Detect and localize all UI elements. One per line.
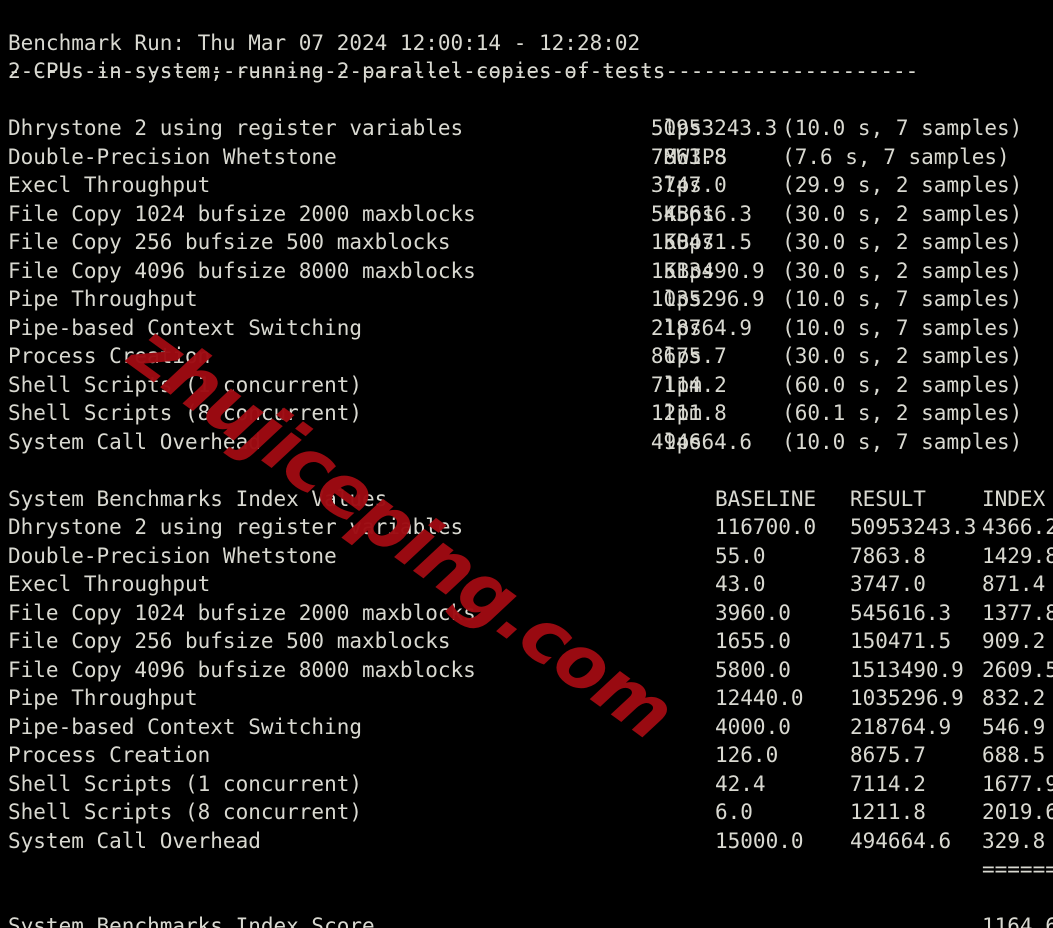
index-results-block: Dhrystone 2 using register variables 1167… — [8, 513, 1053, 856]
raw-result-timing: (30.0 s, 2 samples) — [782, 201, 1023, 226]
score-separator-line: ======== — [982, 857, 1053, 881]
index-result-row: Shell Scripts (8 concurrent) 6.0 1211.8 201… — [8, 798, 1053, 827]
raw-result-row: File Copy 4096 bufsize 8000 maxblocks 151… — [8, 257, 1048, 286]
raw-result-timing: (30.0 s, 2 samples) — [782, 230, 1023, 254]
raw-result-name: Shell Scripts (8 concurrent) — [8, 401, 363, 425]
raw-result-unit: lps — [664, 429, 702, 454]
raw-result-row: File Copy 1024 bufsize 2000 maxblocks 545… — [8, 200, 1048, 229]
raw-result-unit: lps — [664, 344, 702, 368]
raw-result-row: Process Creation 8675.7 lps (30.0 s, 2 samp… — [8, 342, 1048, 371]
index-result-row: File Copy 4096 bufsize 8000 maxblocks 580… — [8, 656, 1053, 685]
raw-result-timing: (30.0 s, 2 samples) — [782, 344, 1023, 368]
raw-result-row: Double-Precision Whetstone 7863.8 MWIPS (7.… — [8, 143, 1048, 172]
raw-result-name: File Copy 4096 bufsize 8000 maxblocks — [8, 258, 476, 283]
raw-result-unit: lpm — [664, 372, 702, 397]
raw-result-timing: (60.1 s, 2 samples) — [782, 401, 1023, 425]
raw-result-row: Execl Throughput 3747.0 lps (29.9 s, 2 samp… — [8, 171, 1048, 200]
index-result-name: Pipe-based Context Switching — [8, 714, 363, 739]
raw-result-row: Shell Scripts (1 concurrent) 7114.2 lpm (60… — [8, 371, 1048, 400]
raw-result-unit: lps — [664, 287, 702, 311]
index-score-line: System Benchmarks Index Score 1164.6 — [8, 912, 1053, 928]
index-result-name: Dhrystone 2 using register variables — [8, 515, 464, 539]
raw-result-row: Dhrystone 2 using register variables 5095… — [8, 114, 1048, 143]
benchmark-run-text: Benchmark Run: Thu Mar 07 2024 12:00:14 … — [8, 30, 641, 55]
raw-result-row: Shell Scripts (8 concurrent) 1211.8 lpm (60… — [8, 399, 1048, 428]
raw-result-unit: KBps — [664, 230, 715, 254]
index-result-row: File Copy 256 bufsize 500 maxblocks 1655.… — [8, 627, 1048, 656]
index-result-name: Shell Scripts (8 concurrent) — [8, 800, 363, 824]
index-result-row: Pipe-based Context Switching 4000.0 218764… — [8, 713, 1048, 742]
cpu-info-text: 2 CPUs in system; running 2 parallel cop… — [8, 59, 666, 83]
terminal-window: ----------------------------------------… — [0, 0, 1053, 928]
raw-result-name: Double-Precision Whetstone — [8, 144, 337, 169]
index-result-row: Execl Throughput 43.0 3747.0 871.4 — [8, 570, 1048, 599]
cpu-info-line: 2 CPUs in system; running 2 parallel cop… — [8, 57, 1048, 86]
raw-result-name: System Call Overhead — [8, 429, 261, 454]
raw-result-name: Execl Throughput — [8, 173, 211, 197]
raw-result-name: Pipe Throughput — [8, 287, 198, 311]
terminal-output: ----------------------------------------… — [8, 0, 1053, 928]
raw-result-timing: (29.9 s, 2 samples) — [782, 173, 1023, 197]
benchmark-run-line: Benchmark Run: Thu Mar 07 2024 12:00:14 … — [8, 29, 1048, 58]
index-result-name: System Call Overhead — [8, 828, 261, 853]
index-result-name: Double-Precision Whetstone — [8, 543, 337, 568]
raw-result-name: Process Creation — [8, 344, 211, 368]
index-result-name: File Copy 1024 bufsize 2000 maxblocks — [8, 600, 476, 625]
raw-result-name: File Copy 1024 bufsize 2000 maxblocks — [8, 201, 476, 226]
raw-result-timing: (7.6 s, 7 samples) — [782, 144, 1010, 169]
raw-result-timing: (10.0 s, 7 samples) — [782, 315, 1023, 340]
index-result-name: Shell Scripts (1 concurrent) — [8, 771, 363, 796]
raw-result-name: Shell Scripts (1 concurrent) — [8, 372, 363, 397]
raw-result-unit: lps — [664, 116, 702, 140]
index-result-row: File Copy 1024 bufsize 2000 maxblocks 396… — [8, 599, 1053, 628]
raw-result-unit: lps — [664, 173, 702, 197]
raw-result-row: Pipe-based Context Switching 218764.9 lps(… — [8, 314, 1048, 343]
raw-result-timing: (10.0 s, 7 samples) — [782, 287, 1023, 311]
index-table-title: System Benchmarks Index Values — [8, 486, 388, 511]
index-result-name: File Copy 4096 bufsize 8000 maxblocks — [8, 657, 476, 682]
index-result-row: Shell Scripts (1 concurrent) 42.4 7114.2 16… — [8, 770, 1053, 799]
index-result-name: Process Creation — [8, 743, 211, 767]
index-result-name: Pipe Throughput — [8, 686, 198, 710]
raw-result-unit: MWIPS — [664, 144, 728, 169]
separator-line-top: ----------------------------------------… — [8, 0, 1048, 83]
raw-result-row: Pipe Throughput 1035296.9 lps (10.0 s, 7 sa… — [8, 285, 1048, 314]
index-result-row: System Call Overhead 15000.0 494664.6 329.8 — [8, 827, 1048, 856]
index-result-name: Execl Throughput — [8, 572, 211, 596]
index-result-row: Double-Precision Whetstone 55.0 7863.8 1429… — [8, 542, 1053, 571]
index-table-header-row: System Benchmarks Index Values BASELINE … — [8, 485, 1048, 514]
raw-result-unit: lps — [664, 315, 702, 340]
index-result-row: Dhrystone 2 using register variables 1167… — [8, 513, 1053, 542]
index-result-row: Pipe Throughput 12440.0 1035296.9 832.2 — [8, 684, 1048, 713]
index-result-row: Process Creation 126.0 8675.7 688.5 — [8, 741, 1048, 770]
raw-results-block: Dhrystone 2 using register variables 5095… — [8, 114, 1048, 456]
raw-result-unit: lpm — [664, 401, 702, 425]
raw-result-name: Dhrystone 2 using register variables — [8, 116, 464, 140]
raw-result-timing: (60.0 s, 2 samples) — [782, 372, 1023, 397]
raw-result-unit: KBps — [664, 258, 715, 283]
raw-result-name: Pipe-based Context Switching — [8, 315, 363, 340]
index-score-label: System Benchmarks Index Score — [8, 914, 375, 928]
raw-result-row: File Copy 256 bufsize 500 maxblocks 15047… — [8, 228, 1048, 257]
raw-result-unit: KBps — [664, 201, 715, 226]
raw-result-name: File Copy 256 bufsize 500 maxblocks — [8, 230, 451, 254]
raw-result-timing: (10.0 s, 7 samples) — [782, 429, 1023, 454]
raw-result-timing: (10.0 s, 7 samples) — [782, 116, 1023, 140]
index-result-name: File Copy 256 bufsize 500 maxblocks — [8, 629, 451, 653]
raw-result-timing: (30.0 s, 2 samples) — [782, 258, 1023, 283]
raw-result-row: System Call Overhead 494664.6 lps (10.0 s, … — [8, 428, 1048, 457]
